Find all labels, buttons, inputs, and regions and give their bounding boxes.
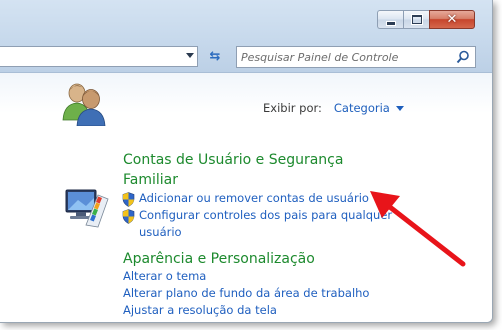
window-chrome: ✕ ⇆ xyxy=(0,0,492,73)
annotation-arrow xyxy=(370,191,466,267)
uac-shield-icon xyxy=(122,209,135,224)
control-panel-window: ✕ ⇆ Exibir por: Categoria xyxy=(0,0,493,323)
search-input[interactable] xyxy=(241,49,451,65)
address-bar[interactable] xyxy=(0,46,198,67)
maximize-icon xyxy=(410,14,423,25)
parental-controls-link[interactable]: Configurar controles dos pais para qualq… xyxy=(139,207,392,241)
search-icon[interactable] xyxy=(456,50,470,64)
search-box[interactable] xyxy=(236,46,476,68)
close-icon: ✕ xyxy=(446,12,458,27)
add-remove-accounts-link[interactable]: Adicionar ou remover contas de usuário xyxy=(139,190,369,207)
refresh-button[interactable]: ⇆ xyxy=(203,46,227,67)
minimize-icon xyxy=(385,20,396,26)
change-desktop-background-link[interactable]: Alterar plano de fundo da área de trabal… xyxy=(123,285,369,302)
chevron-down-icon[interactable] xyxy=(395,106,404,111)
change-theme-link[interactable]: Alterar o tema xyxy=(123,268,206,285)
uac-shield-icon xyxy=(122,192,135,207)
category-title-appearance[interactable]: Aparência e Personalização xyxy=(123,249,315,269)
appearance-icon[interactable] xyxy=(64,185,110,229)
maximize-button[interactable] xyxy=(403,10,429,29)
view-by-selector: Exibir por: Categoria xyxy=(263,101,404,115)
adjust-screen-resolution-link[interactable]: Ajustar a resolução da tela xyxy=(123,302,277,319)
category-title-user-accounts[interactable]: Contas de Usuário e Segurança Familiar xyxy=(123,150,343,190)
address-dropdown-icon[interactable] xyxy=(186,53,194,58)
caption-buttons: ✕ xyxy=(377,10,475,29)
view-by-value[interactable]: Categoria xyxy=(334,101,390,115)
close-button[interactable]: ✕ xyxy=(429,10,475,29)
user-accounts-icon[interactable] xyxy=(62,80,106,126)
view-by-label: Exibir por: xyxy=(263,101,322,115)
minimize-button[interactable] xyxy=(377,10,403,29)
refresh-icon: ⇆ xyxy=(209,49,221,64)
